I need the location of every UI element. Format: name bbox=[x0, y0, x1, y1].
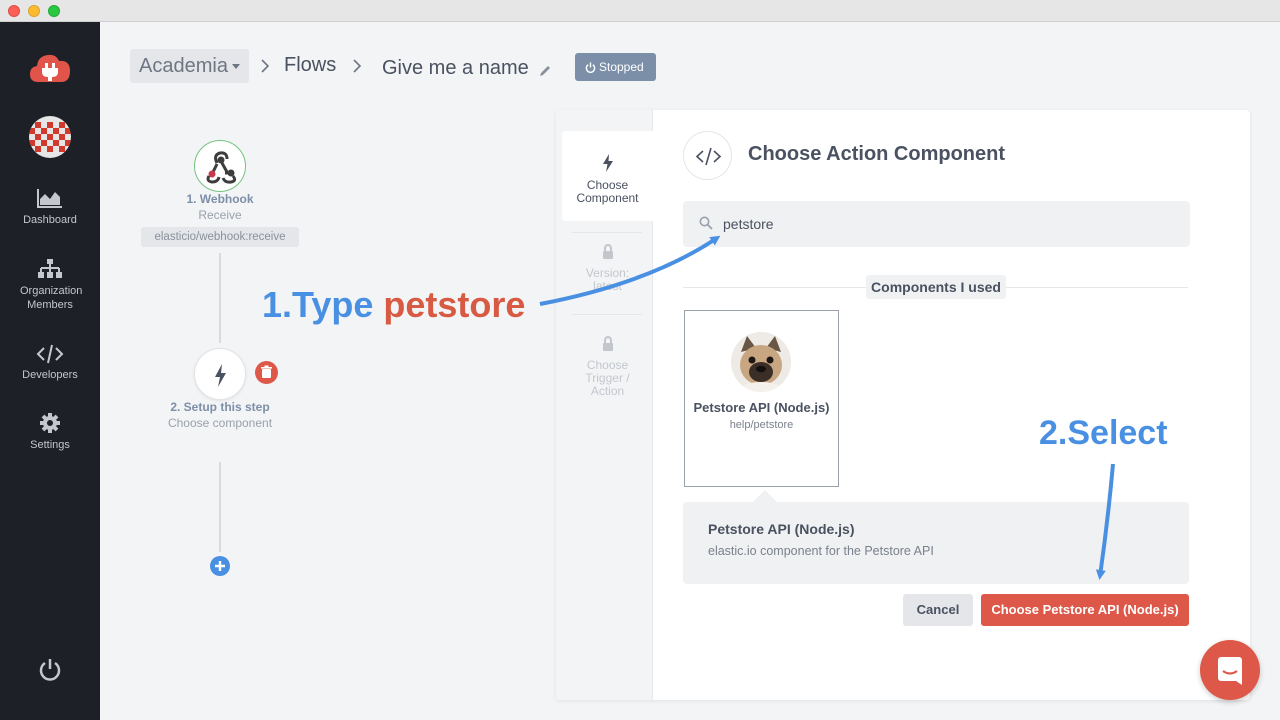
code-icon bbox=[695, 147, 722, 166]
trash-icon bbox=[261, 365, 272, 378]
annotation-step1-prefix: 1.Type bbox=[262, 284, 384, 325]
section-label: Components I used bbox=[866, 275, 1006, 299]
tab-label: Choose Component bbox=[576, 178, 639, 205]
add-step-button[interactable] bbox=[210, 556, 230, 576]
maximize-window-button[interactable] bbox=[48, 5, 60, 17]
caret-down-icon bbox=[231, 64, 240, 70]
sitemap-icon bbox=[38, 259, 62, 278]
component-search[interactable] bbox=[683, 201, 1190, 247]
close-window-button[interactable] bbox=[8, 5, 20, 17]
tab-version: Version: latest bbox=[562, 244, 653, 293]
chevron-right-icon bbox=[353, 59, 362, 73]
lock-icon bbox=[602, 336, 613, 351]
sidebar-item-label: Dashboard bbox=[23, 214, 77, 226]
tab-label: Version: latest bbox=[585, 266, 630, 293]
annotation-step1-keyword: petstore bbox=[383, 284, 526, 325]
sidebar-item-label: Settings bbox=[30, 439, 70, 451]
component-detail: Petstore API (Node.js) elastic.io compon… bbox=[683, 502, 1189, 584]
card-name: Petstore API (Node.js) bbox=[693, 400, 830, 415]
dog-avatar-icon bbox=[731, 332, 791, 392]
card-path: help/petstore bbox=[729, 419, 794, 431]
sidebar-item-developers[interactable]: Developers bbox=[0, 344, 100, 382]
panel-title: Choose Action Component bbox=[748, 143, 1006, 165]
flow-name[interactable]: Give me a name bbox=[382, 57, 529, 80]
minimize-window-button[interactable] bbox=[28, 5, 40, 17]
organization-avatar[interactable] bbox=[29, 116, 71, 158]
search-icon bbox=[699, 216, 713, 230]
annotation-step2: 2.Select bbox=[1039, 414, 1168, 452]
divider bbox=[572, 314, 642, 315]
divider bbox=[572, 232, 642, 233]
cancel-button[interactable]: Cancel bbox=[903, 594, 973, 626]
annotation-step1: 1.Type petstore bbox=[262, 283, 525, 327]
lock-icon bbox=[602, 244, 613, 259]
pencil-icon[interactable] bbox=[538, 64, 552, 78]
step1-component-tag: elasticio/webhook:receive bbox=[141, 227, 299, 247]
flow-connector bbox=[219, 253, 221, 343]
step2-title: 2. Setup this step bbox=[170, 400, 270, 414]
delete-step-button[interactable] bbox=[255, 361, 278, 384]
webhook-icon bbox=[206, 151, 237, 184]
detail-description: elastic.io component for the Petstore AP… bbox=[708, 544, 934, 558]
gear-icon bbox=[40, 413, 60, 433]
lightning-icon bbox=[602, 154, 613, 172]
step2-subtitle: Choose component bbox=[167, 416, 273, 430]
breadcrumb-flows[interactable]: Flows bbox=[284, 54, 336, 77]
power-icon bbox=[585, 62, 596, 73]
plus-icon bbox=[215, 561, 225, 571]
window-titlebar bbox=[0, 0, 1280, 22]
sidebar-item-dashboard[interactable]: Dashboard bbox=[0, 187, 100, 227]
sidebar-item-label: Developers bbox=[22, 369, 78, 381]
chart-area-icon bbox=[37, 189, 62, 208]
component-card-petstore[interactable]: Petstore API (Node.js) help/petstore bbox=[684, 310, 839, 487]
org-name: Academia bbox=[139, 55, 228, 77]
sidebar-item-label: Organization Members bbox=[20, 285, 83, 311]
search-input[interactable] bbox=[723, 201, 1163, 247]
code-icon-badge bbox=[683, 131, 732, 180]
chat-icon bbox=[1218, 657, 1242, 685]
step1-title: 1. Webhook bbox=[186, 192, 254, 206]
flow-connector bbox=[219, 462, 221, 552]
sidebar-item-settings[interactable]: Settings bbox=[0, 412, 100, 452]
choose-component-button[interactable]: Choose Petstore API (Node.js) bbox=[981, 594, 1189, 626]
step1-subtitle: Receive bbox=[198, 208, 242, 222]
code-icon bbox=[36, 344, 64, 364]
tab-choose-component[interactable]: Choose Component bbox=[562, 131, 653, 221]
webhook-step-node[interactable] bbox=[194, 140, 246, 192]
tab-trigger-action: Choose Trigger / Action bbox=[562, 336, 653, 398]
detail-title: Petstore API (Node.js) bbox=[708, 521, 855, 537]
status-label: Stopped bbox=[599, 60, 644, 74]
power-icon[interactable] bbox=[38, 658, 62, 682]
sidebar-item-organization-members[interactable]: Organization Members bbox=[0, 258, 100, 312]
tab-label: Choose Trigger / Action bbox=[585, 358, 630, 398]
cloud-plug-logo-icon[interactable] bbox=[28, 48, 72, 88]
sidebar: Dashboard Organization Members Developer… bbox=[0, 22, 100, 720]
lightning-icon bbox=[215, 364, 226, 387]
org-switcher[interactable]: Academia bbox=[130, 49, 249, 83]
chevron-right-icon bbox=[261, 59, 270, 73]
status-badge[interactable]: Stopped bbox=[575, 53, 656, 81]
setup-step-node[interactable] bbox=[194, 348, 246, 400]
detail-pointer bbox=[753, 490, 777, 502]
chat-button[interactable] bbox=[1200, 640, 1260, 700]
